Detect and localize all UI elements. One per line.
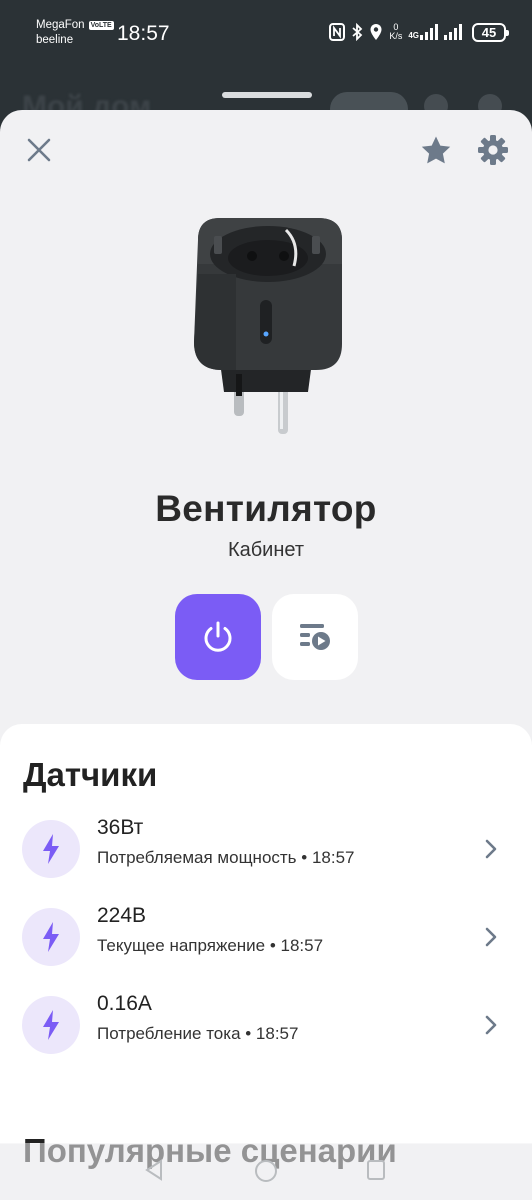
- sensor-row-current[interactable]: 0.16А Потребление тока • 18:57: [0, 988, 532, 1060]
- sensor-label: Потребление тока • 18:57: [97, 1024, 299, 1043]
- sensor-icon-bg: [22, 996, 80, 1054]
- favorite-button[interactable]: [416, 130, 456, 170]
- location-icon: [370, 24, 382, 40]
- lightning-icon: [43, 834, 59, 864]
- close-icon: [27, 138, 51, 162]
- network-type: 4G: [408, 31, 419, 40]
- volte-badge: VoLTE: [88, 21, 114, 30]
- chevron-right-icon: [485, 927, 497, 947]
- sensor-value: 36Вт: [97, 816, 144, 839]
- sensor-label: Потребляемая мощность • 18:57: [97, 848, 355, 867]
- status-icons: 0 K/s 4G 45: [329, 20, 509, 44]
- nfc-icon: [329, 23, 346, 41]
- smart-plug-image: [194, 218, 342, 434]
- power-toggle-button[interactable]: [175, 594, 261, 680]
- lightning-icon: [43, 922, 59, 952]
- home-nav-icon[interactable]: [254, 1159, 278, 1183]
- status-clock: 18:57: [117, 22, 170, 45]
- carrier-info: MegaFon VoLTE beeline: [36, 18, 114, 48]
- sensor-row-voltage[interactable]: 224В Текущее напряжение • 18:57: [0, 900, 532, 972]
- close-button[interactable]: [19, 130, 59, 170]
- sensor-label: Текущее напряжение • 18:57: [97, 936, 324, 955]
- sensors-title: Датчики: [23, 756, 158, 793]
- device-room: Кабинет: [227, 539, 305, 561]
- status-bar: MegaFon VoLTE beeline 18:57 0 K/s 4G 45: [0, 0, 532, 62]
- carrier-secondary: beeline: [36, 34, 74, 46]
- device-sheet: Вентилятор Кабинет Датчики 36Вт Потребля…: [0, 110, 532, 1200]
- bluetooth-icon: [352, 23, 363, 41]
- carrier-primary: MegaFon: [36, 19, 85, 31]
- sensor-row-power[interactable]: 36Вт Потребляемая мощность • 18:57: [0, 812, 532, 884]
- sensor-value: 0.16А: [97, 992, 152, 1015]
- sheet-drag-handle[interactable]: [222, 92, 312, 98]
- signal-icon-2: [444, 24, 462, 40]
- sensor-icon-bg: [22, 820, 80, 878]
- network-speed-unit: K/s: [389, 31, 403, 41]
- scenario-play-icon: [300, 624, 330, 650]
- battery-indicator: 45: [472, 22, 509, 42]
- power-icon: [204, 621, 232, 652]
- sensor-icon-bg: [22, 908, 80, 966]
- signal-icon: [420, 24, 438, 40]
- scenarios-button[interactable]: [272, 594, 358, 680]
- system-nav-bar: [0, 1143, 532, 1200]
- chevron-right-icon: [485, 1015, 497, 1035]
- device-name: Вентилятор: [155, 488, 377, 529]
- star-icon: [421, 136, 451, 164]
- recents-nav-icon[interactable]: [366, 1159, 386, 1181]
- chevron-right-icon: [485, 839, 497, 859]
- gear-icon: [478, 135, 508, 165]
- sensors-card: Датчики 36Вт Потребляемая мощность • 18:…: [0, 724, 532, 1144]
- settings-button[interactable]: [473, 130, 513, 170]
- sensor-value: 224В: [97, 904, 147, 927]
- lightning-icon: [43, 1010, 59, 1040]
- back-nav-icon[interactable]: [144, 1159, 164, 1181]
- network-speed: 0 K/s: [389, 23, 402, 41]
